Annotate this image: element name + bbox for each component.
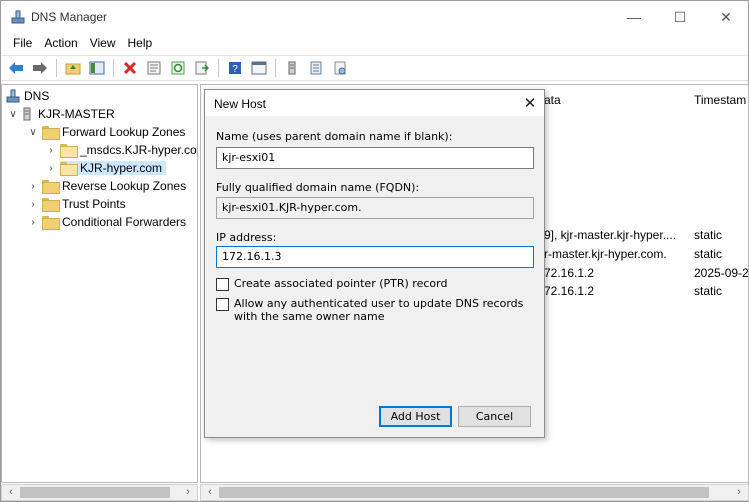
menu-bar: File Action View Help <box>1 34 748 54</box>
server-icon[interactable] <box>281 58 303 78</box>
create-ptr-checkbox-row[interactable]: Create associated pointer (PTR) record <box>216 277 534 291</box>
cancel-button[interactable]: Cancel <box>458 406 531 427</box>
tree-item-forward-lookup-zones[interactable]: ∨ Forward Lookup Zones <box>28 123 185 141</box>
tree-item-reverse-lookup-zones[interactable]: › Reverse Lookup Zones <box>28 177 186 195</box>
menu-help[interactable]: Help <box>122 34 159 54</box>
record-timestamp[interactable]: 2025-09-2( <box>694 266 748 280</box>
record-timestamp[interactable]: static <box>694 284 722 298</box>
ip-address-input[interactable]: 172.16.1.3 <box>216 246 534 268</box>
tree-label: Conditional Forwarders <box>62 215 187 229</box>
toolbar-separator <box>218 59 219 77</box>
chevron-right-icon[interactable]: › <box>28 181 38 192</box>
tree-item-msdcs-zone[interactable]: › _msdcs.KJR-hyper.co <box>46 141 197 159</box>
zone-icon <box>60 144 78 158</box>
record-data[interactable]: r-master.kjr-hyper.com. <box>544 247 667 261</box>
allow-update-checkbox[interactable] <box>216 298 229 311</box>
dns-icon <box>6 89 20 103</box>
dns-app-icon <box>11 10 25 24</box>
zone-icon <box>60 162 78 176</box>
add-host-button[interactable]: Add Host <box>379 406 452 427</box>
create-ptr-checkbox[interactable] <box>216 278 229 291</box>
console-icon[interactable] <box>248 58 270 78</box>
record-data[interactable]: 72.16.1.2 <box>544 266 594 280</box>
allow-update-checkbox-row[interactable]: Allow any authenticated user to update D… <box>216 297 534 323</box>
tree-label: KJR-MASTER <box>38 107 115 121</box>
chevron-down-icon[interactable]: ∨ <box>8 109 18 120</box>
tree-item-conditional-forwarders[interactable]: › Conditional Forwarders <box>28 213 186 231</box>
chevron-right-icon[interactable]: › <box>46 163 56 174</box>
svg-text:?: ? <box>232 64 238 75</box>
dialog-close-button[interactable]: ✕ <box>520 93 540 113</box>
new-host-dialog: New Host ✕ Name (uses parent domain name… <box>204 89 545 438</box>
export-list-icon[interactable] <box>191 58 213 78</box>
properties-icon[interactable] <box>143 58 165 78</box>
column-header-data[interactable]: ata <box>544 93 561 107</box>
tree-label: _msdcs.KJR-hyper.co <box>80 143 197 157</box>
column-header-timestamp[interactable]: Timestam <box>694 93 746 107</box>
zone-icon[interactable] <box>305 58 327 78</box>
tree-item-kjr-hyper-zone[interactable]: › KJR-hyper.com <box>46 159 167 177</box>
tree-label: Trust Points <box>62 197 126 211</box>
record-icon[interactable] <box>329 58 351 78</box>
back-icon[interactable] <box>5 58 27 78</box>
toolbar: ? <box>1 55 748 81</box>
scroll-right-icon[interactable]: › <box>181 485 195 500</box>
title-bar: DNS Manager — ☐ ✕ <box>1 1 748 33</box>
dialog-title-bar: New Host ✕ <box>205 90 544 116</box>
name-label: Name (uses parent domain name if blank): <box>216 130 453 143</box>
help-icon[interactable]: ? <box>224 58 246 78</box>
tree-item-dns[interactable]: DNS <box>6 87 49 105</box>
scroll-thumb[interactable] <box>219 487 709 498</box>
toolbar-separator <box>113 59 114 77</box>
scroll-right-icon[interactable]: › <box>732 485 746 500</box>
toolbar-separator <box>56 59 57 77</box>
tree-label: DNS <box>24 89 50 103</box>
server-icon <box>23 107 31 121</box>
ip-address-label: IP address: <box>216 231 277 244</box>
selected-node: KJR-hyper.com <box>60 161 167 176</box>
toolbar-separator <box>275 59 276 77</box>
close-window-button[interactable]: ✕ <box>703 1 749 33</box>
folder-icon <box>42 198 60 212</box>
window-title: DNS Manager <box>31 10 108 24</box>
maximize-button[interactable]: ☐ <box>657 1 703 33</box>
record-data[interactable]: 9], kjr-master.kjr-hyper.... <box>544 228 676 242</box>
record-timestamp[interactable]: static <box>694 247 722 261</box>
tree-label: KJR-hyper.com <box>80 161 163 175</box>
tree-label: Reverse Lookup Zones <box>62 179 187 193</box>
host-name-input[interactable]: kjr-esxi01 <box>216 147 534 169</box>
fqdn-field: kjr-esxi01.KJR-hyper.com. <box>216 197 534 219</box>
tree-label: Forward Lookup Zones <box>62 125 186 139</box>
delete-icon[interactable] <box>119 58 141 78</box>
minimize-button[interactable]: — <box>611 1 657 33</box>
folder-icon <box>42 216 60 230</box>
list-horizontal-scrollbar[interactable]: ‹ › <box>200 484 749 501</box>
dialog-title: New Host <box>214 97 267 111</box>
record-timestamp[interactable]: static <box>694 228 722 242</box>
scroll-left-icon[interactable]: ‹ <box>4 485 18 500</box>
create-ptr-label: Create associated pointer (PTR) record <box>234 277 448 290</box>
forward-icon[interactable] <box>29 58 51 78</box>
menu-action[interactable]: Action <box>38 34 83 54</box>
folder-icon <box>42 180 60 194</box>
scroll-thumb[interactable] <box>20 487 170 498</box>
tree-horizontal-scrollbar[interactable]: ‹ › <box>1 484 198 501</box>
up-folder-icon[interactable] <box>62 58 84 78</box>
menu-view[interactable]: View <box>84 34 122 54</box>
folder-icon <box>42 126 60 140</box>
chevron-right-icon[interactable]: › <box>28 217 38 228</box>
allow-update-label: Allow any authenticated user to update D… <box>234 297 524 323</box>
refresh-icon[interactable] <box>167 58 189 78</box>
record-data[interactable]: 72.16.1.2 <box>544 284 594 298</box>
fqdn-label: Fully qualified domain name (FQDN): <box>216 181 420 194</box>
scroll-left-icon[interactable]: ‹ <box>203 485 217 500</box>
chevron-right-icon[interactable]: › <box>28 199 38 210</box>
chevron-right-icon[interactable]: › <box>46 145 56 156</box>
tree-item-trust-points[interactable]: › Trust Points <box>28 195 126 213</box>
console-tree: DNS ∨ KJR-MASTER ∨ Forward Lookup Zones … <box>1 84 198 483</box>
tree-item-server[interactable]: ∨ KJR-MASTER <box>8 105 115 123</box>
show-hide-tree-icon[interactable] <box>86 58 108 78</box>
chevron-down-icon[interactable]: ∨ <box>28 127 38 138</box>
menu-file[interactable]: File <box>7 34 38 54</box>
